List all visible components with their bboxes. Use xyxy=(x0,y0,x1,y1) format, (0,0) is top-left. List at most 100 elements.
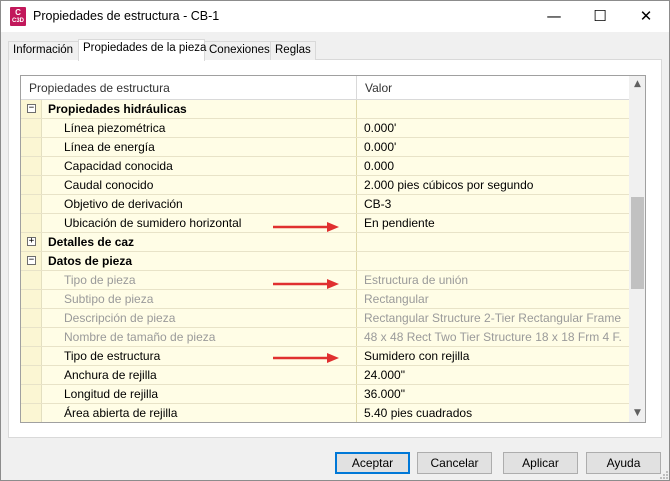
scroll-down-icon[interactable]: ▼ xyxy=(629,405,645,422)
property-name-cell: Descripción de pieza xyxy=(21,309,357,327)
property-name-cell: Línea piezométrica xyxy=(21,119,357,137)
property-value: Rectangular Structure 2-Tier Rectangular… xyxy=(364,311,621,325)
property-label: Línea piezométrica xyxy=(64,121,166,135)
property-row[interactable]: Subtipo de pieza Rectangular xyxy=(21,290,629,309)
property-row[interactable]: Nombre de tamaño de pieza 48 x 48 Rect Tw… xyxy=(21,328,629,347)
tab-reglas[interactable]: Reglas xyxy=(270,41,316,60)
row-indent xyxy=(21,195,42,213)
scroll-thumb[interactable] xyxy=(631,197,644,289)
tab-conexiones[interactable]: Conexiones xyxy=(204,41,271,60)
property-row[interactable]: Descripción de pieza Rectangular Structur… xyxy=(21,309,629,328)
row-indent xyxy=(21,309,42,327)
property-row[interactable]: Caudal conocido 2.000 pies cúbicos por se… xyxy=(21,176,629,195)
title-bar[interactable]: C C3D Propiedades de estructura - CB-1 —… xyxy=(1,1,669,32)
property-name-cell: Capacidad conocida xyxy=(21,157,357,175)
property-label: Área abierta de rejilla xyxy=(64,406,178,420)
property-name-cell: − Propiedades hidráulicas xyxy=(21,100,357,118)
property-group-row[interactable]: − Datos de pieza xyxy=(21,252,629,271)
property-label: Datos de pieza xyxy=(48,254,133,268)
property-row[interactable]: Anchura de rejilla 24.000" xyxy=(21,366,629,385)
annotation-arrow-icon xyxy=(273,353,339,363)
row-indent xyxy=(21,347,42,365)
help-button[interactable]: Ayuda xyxy=(586,452,661,474)
maximize-icon[interactable]: ☐ xyxy=(577,1,623,32)
property-row[interactable]: Capacidad conocida 0.000 xyxy=(21,157,629,176)
row-indent xyxy=(21,271,42,289)
grid-header: Propiedades de estructura Valor xyxy=(21,76,629,100)
property-label: Capacidad conocida xyxy=(64,159,173,173)
row-indent xyxy=(21,176,42,194)
property-value: Estructura de unión xyxy=(364,273,469,287)
property-label: Propiedades hidráulicas xyxy=(48,102,187,116)
row-indent xyxy=(21,138,42,156)
property-label: Tipo de pieza xyxy=(64,273,136,287)
expand-icon[interactable]: + xyxy=(27,237,36,246)
property-name-cell: Línea de energía xyxy=(21,138,357,156)
property-label: Descripción de pieza xyxy=(64,311,176,325)
property-label: Objetivo de derivación xyxy=(64,197,183,211)
property-label: Tipo de estructura xyxy=(64,349,161,363)
property-label: Línea de energía xyxy=(64,140,155,154)
property-value[interactable]: 0.000' xyxy=(364,140,622,154)
property-label: Nombre de tamaño de pieza xyxy=(64,330,216,344)
property-row[interactable]: Objetivo de derivación CB-3 xyxy=(21,195,629,214)
cancel-button[interactable]: Cancelar xyxy=(417,452,492,474)
row-indent xyxy=(21,290,42,308)
tab-informacion[interactable]: Información xyxy=(8,41,79,60)
scroll-up-icon[interactable]: ▲ xyxy=(629,76,645,93)
property-name-cell: Área abierta de rejilla xyxy=(21,404,357,422)
property-name-cell: Anchura de rejilla xyxy=(21,366,357,384)
property-value[interactable]: CB-3 xyxy=(364,197,622,211)
property-row[interactable]: Longitud de rejilla 36.000" xyxy=(21,385,629,404)
collapse-icon[interactable]: − xyxy=(27,104,36,113)
property-value[interactable]: 0.000' xyxy=(364,121,622,135)
row-indent xyxy=(21,366,42,384)
collapse-icon[interactable]: − xyxy=(27,256,36,265)
resize-grip-icon[interactable] xyxy=(659,470,669,480)
row-indent xyxy=(21,385,42,403)
row-indent xyxy=(21,404,42,422)
property-label: Caudal conocido xyxy=(64,178,154,192)
window-title: Propiedades de estructura - CB-1 xyxy=(33,9,220,23)
property-label: Longitud de rejilla xyxy=(64,387,159,401)
property-group-row[interactable]: + Detalles de caz xyxy=(21,233,629,252)
property-label: Anchura de rejilla xyxy=(64,368,157,382)
property-value[interactable]: 24.000" xyxy=(364,368,622,382)
property-label: Subtipo de pieza xyxy=(64,292,154,306)
column-header-value[interactable]: Valor xyxy=(357,76,629,100)
row-indent xyxy=(21,328,42,346)
property-value[interactable]: En pendiente xyxy=(364,216,622,230)
column-header-property[interactable]: Propiedades de estructura xyxy=(21,76,357,100)
property-value[interactable]: 36.000" xyxy=(364,387,622,401)
property-group-row[interactable]: − Propiedades hidráulicas xyxy=(21,100,629,119)
property-name-cell: Caudal conocido xyxy=(21,176,357,194)
property-name-cell: Nombre de tamaño de pieza xyxy=(21,328,357,346)
property-value[interactable]: Sumidero con rejilla xyxy=(364,349,622,363)
property-value: Rectangular xyxy=(364,292,429,306)
apply-button[interactable]: Aplicar xyxy=(503,452,578,474)
app-icon-sub: C3D xyxy=(11,18,24,24)
property-value[interactable]: 5.40 pies cuadrados xyxy=(364,406,622,420)
row-indent xyxy=(21,157,42,175)
tab-propiedades-pieza[interactable]: Propiedades de la pieza xyxy=(78,39,206,61)
property-row[interactable]: Área abierta de rejilla 5.40 pies cuadrad… xyxy=(21,404,629,422)
property-row[interactable]: Línea de energía 0.000' xyxy=(21,138,629,157)
property-grid: Propiedades de estructura Valor − Propied… xyxy=(20,75,646,423)
property-name-cell: Subtipo de pieza xyxy=(21,290,357,308)
property-row[interactable]: Línea piezométrica 0.000' xyxy=(21,119,629,138)
property-value[interactable]: 2.000 pies cúbicos por segundo xyxy=(364,178,622,192)
property-value[interactable]: 0.000 xyxy=(364,159,622,173)
property-name-cell: Objetivo de derivación xyxy=(21,195,357,213)
properties-dialog: C C3D Propiedades de estructura - CB-1 —… xyxy=(0,0,670,481)
annotation-arrow-icon xyxy=(273,279,339,289)
property-name-cell: + Detalles de caz xyxy=(21,233,357,251)
minimize-icon[interactable]: — xyxy=(531,1,577,32)
app-icon-letter: C xyxy=(15,8,21,17)
row-indent xyxy=(21,214,42,232)
accept-button[interactable]: Aceptar xyxy=(335,452,410,474)
close-icon[interactable]: ✕ xyxy=(623,1,669,32)
vertical-scrollbar[interactable]: ▲ ▼ xyxy=(629,76,645,422)
civil3d-app-icon: C C3D xyxy=(10,7,26,26)
property-rows: − Propiedades hidráulicas Línea piezométri… xyxy=(21,100,629,422)
property-label: Detalles de caz xyxy=(48,235,135,249)
